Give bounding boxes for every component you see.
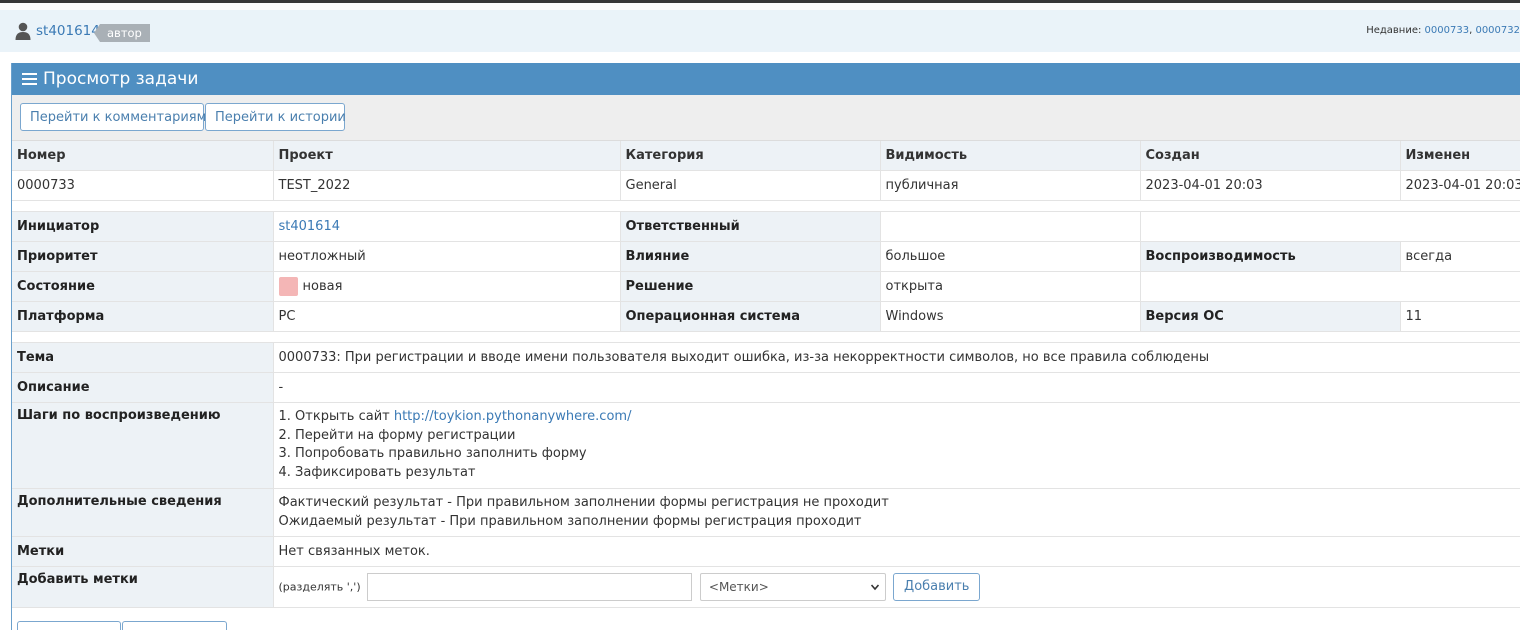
add-tags-cell: (разделять ',') <Метки> Добавить [273, 566, 1520, 608]
handler-value [880, 211, 1141, 242]
platform-value: PC [273, 301, 621, 332]
summary-label: Тема [12, 342, 274, 373]
os-version-value: 11 [1400, 301, 1520, 332]
tags-label: Метки [12, 536, 274, 567]
severity-label: Влияние [620, 241, 881, 272]
empty-cell [1140, 271, 1520, 302]
status-color-swatch [278, 277, 298, 296]
step-line: 4. Зафиксировать результат [278, 464, 476, 480]
summary-row: Тема 0000733: При регистрации и вводе им… [12, 342, 1520, 373]
empty-cell [1140, 211, 1520, 242]
description-row: Описание - [12, 372, 1520, 403]
issue-id: 0000733 [12, 170, 274, 201]
recent-issues: Недавние: 0000733, 0000732 [1366, 25, 1520, 36]
hamburger-icon [22, 72, 37, 86]
column-header: Создан [1140, 141, 1401, 171]
recent-label: Недавние: [1366, 25, 1422, 36]
status-label: Состояние [12, 271, 274, 302]
description-label: Описание [12, 372, 274, 403]
column-header: Номер [12, 141, 274, 171]
platform-label: Платформа [12, 301, 274, 332]
panel-header: Просмотр задачи [12, 63, 1520, 95]
steps-label: Шаги по воспроизведению [12, 402, 274, 489]
bottom-action-button[interactable] [122, 621, 227, 630]
recent-issue-link[interactable]: 0000732 [1475, 25, 1520, 36]
os-version-label: Версия ОС [1140, 301, 1401, 332]
steps-value: 1. Открыть сайт http://toykion.pythonany… [273, 402, 1520, 489]
jump-to-history-button[interactable]: Перейти к истории [205, 103, 346, 131]
details-row: Приоритет неотложный Влияние большое Вос… [12, 241, 1520, 272]
add-tags-button[interactable]: Добавить [893, 573, 981, 601]
status-value: новая [302, 279, 343, 294]
additional-line: Ожидаемый результат - При правильном зап… [278, 513, 862, 529]
column-header: Проект [273, 141, 621, 171]
date-modified: 2023-04-01 20:03 [1400, 170, 1520, 201]
bottom-action-button[interactable] [17, 621, 121, 630]
handler-label: Ответственный [620, 211, 881, 242]
step-line: 2. Перейти на форму регистрации [278, 427, 516, 443]
add-tags-hint: (разделять ',') [278, 580, 361, 594]
additional-info-label: Дополнительные сведения [12, 488, 274, 537]
additional-line: Фактический результат - При правильном з… [278, 495, 889, 510]
step-line: 3. Попробовать правильно заполнить форму [278, 446, 587, 461]
section-spacer [12, 332, 1520, 342]
toolbar: Перейти к комментариям Перейти к истории [12, 95, 1520, 141]
resolution-label: Решение [620, 271, 881, 302]
additional-info-value: Фактический результат - При правильном з… [273, 488, 1520, 537]
os-value: Windows [880, 301, 1141, 332]
section-spacer [12, 201, 1520, 211]
summary-table: Номер Проект Категория Видимость Создан … [12, 141, 1520, 201]
status-cell: новая [273, 271, 621, 302]
window-top-border [0, 0, 1520, 3]
details-row: Инициатор st401614 Ответственный [12, 211, 1520, 242]
priority-value: неотложный [273, 241, 621, 272]
resolution-value: открыта [880, 271, 1141, 302]
tags-select[interactable]: <Метки> [699, 573, 886, 601]
chevron-down-icon [870, 584, 879, 591]
site-link[interactable]: http://toykion.pythonanywhere.com/ [394, 409, 632, 424]
recent-issue-link[interactable]: 0000733 [1425, 25, 1470, 36]
page-title: Просмотр задачи [43, 69, 199, 89]
role-badge: автор [94, 24, 150, 42]
description-table: Тема 0000733: При регистрации и вводе им… [12, 342, 1520, 608]
date-created: 2023-04-01 20:03 [1140, 170, 1401, 201]
details-table: Инициатор st401614 Ответственный Приорит… [12, 211, 1520, 332]
reproducibility-value: всегда [1400, 241, 1520, 272]
steps-row: Шаги по воспроизведению 1. Открыть сайт … [12, 402, 1520, 489]
top-navbar: st401614 автор Недавние: 0000733, 000073… [0, 10, 1520, 52]
tags-value: Нет связанных меток. [273, 536, 1520, 567]
summary-value: 0000733: При регистрации и вводе имени п… [273, 342, 1520, 373]
additional-info-row: Дополнительные сведения Фактический резу… [12, 488, 1520, 537]
priority-label: Приоритет [12, 241, 274, 272]
user-icon [15, 22, 31, 40]
column-header: Изменен [1400, 141, 1520, 171]
user-link[interactable]: st401614 [36, 23, 100, 39]
tags-input[interactable] [366, 573, 692, 601]
os-label: Операционная система [620, 301, 881, 332]
column-header: Видимость [880, 141, 1141, 171]
jump-to-comments-button[interactable]: Перейти к комментариям [20, 103, 206, 131]
details-row: Состояние новая Решение открыта [12, 271, 1520, 302]
severity-value: большое [880, 241, 1141, 272]
category: General [620, 170, 881, 201]
description-value: - [273, 372, 1520, 403]
column-header: Категория [620, 141, 881, 171]
step-line: 1. Открыть сайт http://toykion.pythonany… [278, 409, 632, 424]
reproducibility-label: Воспроизводимость [1140, 241, 1401, 272]
reporter-link[interactable]: st401614 [279, 219, 341, 234]
issue-view-panel: Просмотр задачи Перейти к комментариям П… [11, 63, 1520, 630]
summary-header-row: Номер Проект Категория Видимость Создан … [12, 141, 1520, 171]
tags-row: Метки Нет связанных меток. [12, 536, 1520, 567]
add-tags-row: Добавить метки (разделять ',') <Метки> Д… [12, 566, 1520, 608]
project-name: TEST_2022 [273, 170, 621, 201]
reporter-label: Инициатор [12, 211, 274, 242]
summary-value-row: 0000733 TEST_2022 General публичная 2023… [12, 170, 1520, 201]
add-tags-label: Добавить метки [12, 566, 274, 608]
visibility: публичная [880, 170, 1141, 201]
details-row: Платформа PC Операционная система Window… [12, 301, 1520, 332]
